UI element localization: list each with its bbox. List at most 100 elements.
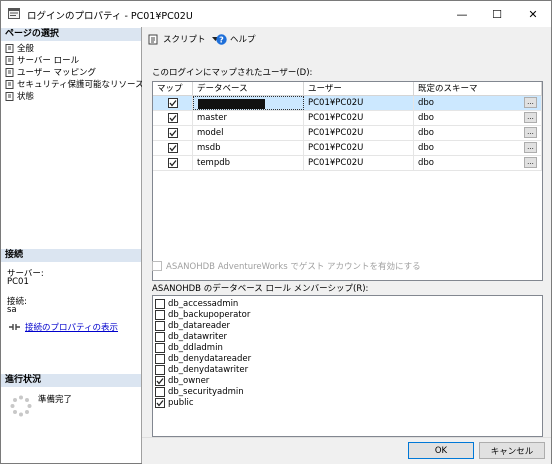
- role-label: db_denydatawriter: [168, 364, 249, 375]
- list-item[interactable]: db_owner: [155, 375, 209, 386]
- guest-account-option[interactable]: ASANOHDB AdventureWorks でゲスト アカウントを有効にする: [152, 260, 421, 272]
- database-cell[interactable]: tempdb: [193, 156, 304, 170]
- table-row[interactable]: model PC01¥PC02U dbo...: [153, 126, 542, 141]
- role-checkbox[interactable]: [155, 375, 165, 386]
- role-checkbox[interactable]: [155, 342, 165, 353]
- view-connection-properties-link[interactable]: 接続のプロパティの表示: [25, 321, 118, 333]
- page-icon: [5, 91, 14, 101]
- table-row[interactable]: PC01¥PC02U dbo...: [153, 96, 542, 111]
- user-cell[interactable]: PC01¥PC02U: [304, 141, 414, 155]
- map-cell: [153, 111, 193, 125]
- redacted-database-name: [198, 99, 265, 109]
- role-checkbox[interactable]: [155, 364, 165, 375]
- help-label: ヘルプ: [230, 35, 256, 45]
- list-item[interactable]: db_datareader: [155, 320, 230, 331]
- schema-browse-button[interactable]: ...: [524, 157, 537, 168]
- schema-cell[interactable]: dbo...: [414, 126, 542, 140]
- server-value: PC01: [7, 277, 29, 287]
- ok-button[interactable]: OK: [408, 442, 474, 459]
- title-bar: ログインのプロパティ - PC01¥PC02U — ☐ ✕: [1, 1, 551, 27]
- sidebar-item-status[interactable]: 状態: [5, 90, 34, 102]
- user-cell[interactable]: PC01¥PC02U: [304, 96, 414, 110]
- sidebar-item-label: 状態: [17, 92, 35, 102]
- role-label: db_datareader: [168, 320, 231, 331]
- map-checkbox[interactable]: [168, 143, 178, 153]
- select-page-header: ページの選択: [1, 28, 141, 41]
- cancel-button[interactable]: キャンセル: [479, 442, 545, 459]
- column-header-map[interactable]: マップ: [153, 82, 193, 96]
- list-item[interactable]: db_accessadmin: [155, 298, 238, 309]
- sidebar-item-user-mapping[interactable]: ユーザー マッピング: [5, 66, 96, 78]
- page-icon: [5, 67, 14, 77]
- page-icon: [5, 55, 14, 65]
- list-item[interactable]: db_denydatawriter: [155, 364, 248, 375]
- schema-browse-button[interactable]: ...: [524, 142, 537, 153]
- role-checkbox[interactable]: [155, 298, 165, 309]
- close-icon: ✕: [528, 7, 538, 21]
- map-checkbox[interactable]: [168, 128, 178, 138]
- map-cell: [153, 126, 193, 140]
- schema-browse-button[interactable]: ...: [524, 127, 537, 138]
- maximize-icon: ☐: [492, 7, 502, 21]
- role-checkbox[interactable]: [155, 397, 165, 408]
- progress-header: 進行状況: [1, 374, 141, 387]
- map-checkbox[interactable]: [168, 158, 178, 168]
- schema-cell[interactable]: dbo...: [414, 141, 542, 155]
- schema-browse-button[interactable]: ...: [524, 112, 537, 123]
- database-cell[interactable]: msdb: [193, 141, 304, 155]
- table-row[interactable]: tempdb PC01¥PC02U dbo...: [153, 156, 542, 171]
- list-item[interactable]: db_denydatareader: [155, 353, 251, 364]
- guest-account-checkbox[interactable]: [152, 261, 162, 271]
- role-checkbox[interactable]: [155, 320, 165, 331]
- database-cell[interactable]: [193, 96, 304, 110]
- sidebar-item-general[interactable]: 全般: [5, 42, 34, 54]
- role-checkbox[interactable]: [155, 386, 165, 397]
- schema-value: dbo: [418, 158, 434, 168]
- minimize-button[interactable]: —: [445, 1, 479, 27]
- sidebar: ページの選択 全般 サーバー ロール ユーザー マッピング セキュリティ保護可能…: [1, 27, 144, 463]
- role-label: db_denydatareader: [168, 353, 252, 364]
- sidebar-item-label: ユーザー マッピング: [17, 68, 97, 78]
- role-checkbox[interactable]: [155, 309, 165, 320]
- schema-value: dbo: [418, 128, 434, 138]
- script-button[interactable]: スクリプト: [148, 33, 219, 45]
- close-button[interactable]: ✕: [516, 1, 550, 27]
- list-item[interactable]: db_datawriter: [155, 331, 227, 342]
- schema-cell[interactable]: dbo...: [414, 111, 542, 125]
- script-label: スクリプト: [163, 35, 206, 45]
- schema-cell[interactable]: dbo...: [414, 156, 542, 170]
- connection-header: 接続: [1, 249, 141, 262]
- list-item[interactable]: db_securityadmin: [155, 386, 244, 397]
- schema-browse-button[interactable]: ...: [524, 97, 537, 108]
- user-cell[interactable]: PC01¥PC02U: [304, 111, 414, 125]
- schema-value: dbo: [418, 143, 434, 153]
- guest-account-label: ASANOHDB AdventureWorks でゲスト アカウントを有効にする: [166, 262, 421, 272]
- schema-cell[interactable]: dbo...: [414, 96, 542, 110]
- map-checkbox[interactable]: [168, 113, 178, 123]
- database-cell[interactable]: model: [193, 126, 304, 140]
- list-item[interactable]: public: [155, 397, 194, 408]
- table-row[interactable]: master PC01¥PC02U dbo...: [153, 111, 542, 126]
- role-checkbox[interactable]: [155, 353, 165, 364]
- column-header-default-schema[interactable]: 既定のスキーマ: [414, 82, 542, 96]
- list-item[interactable]: db_backupoperator: [155, 309, 250, 320]
- page-icon: [5, 79, 14, 89]
- sidebar-item-server-roles[interactable]: サーバー ロール: [5, 54, 79, 66]
- role-label: db_ddladmin: [168, 342, 223, 353]
- map-checkbox[interactable]: [168, 98, 178, 108]
- column-header-database[interactable]: データベース: [193, 82, 304, 96]
- sidebar-item-label: 全般: [17, 44, 35, 54]
- minimize-icon: —: [456, 7, 468, 21]
- user-cell[interactable]: PC01¥PC02U: [304, 156, 414, 170]
- help-button[interactable]: ? ヘルプ: [216, 33, 256, 45]
- user-cell[interactable]: PC01¥PC02U: [304, 126, 414, 140]
- table-row[interactable]: msdb PC01¥PC02U dbo...: [153, 141, 542, 156]
- column-header-user[interactable]: ユーザー: [304, 82, 414, 96]
- list-item[interactable]: db_ddladmin: [155, 342, 223, 353]
- progress-spinner-icon: [10, 395, 32, 420]
- progress-status: 準備完了: [38, 395, 73, 405]
- role-checkbox[interactable]: [155, 331, 165, 342]
- database-cell[interactable]: master: [193, 111, 304, 125]
- maximize-button[interactable]: ☐: [480, 1, 514, 27]
- sidebar-item-securables[interactable]: セキュリティ保護可能なリソース: [5, 78, 144, 90]
